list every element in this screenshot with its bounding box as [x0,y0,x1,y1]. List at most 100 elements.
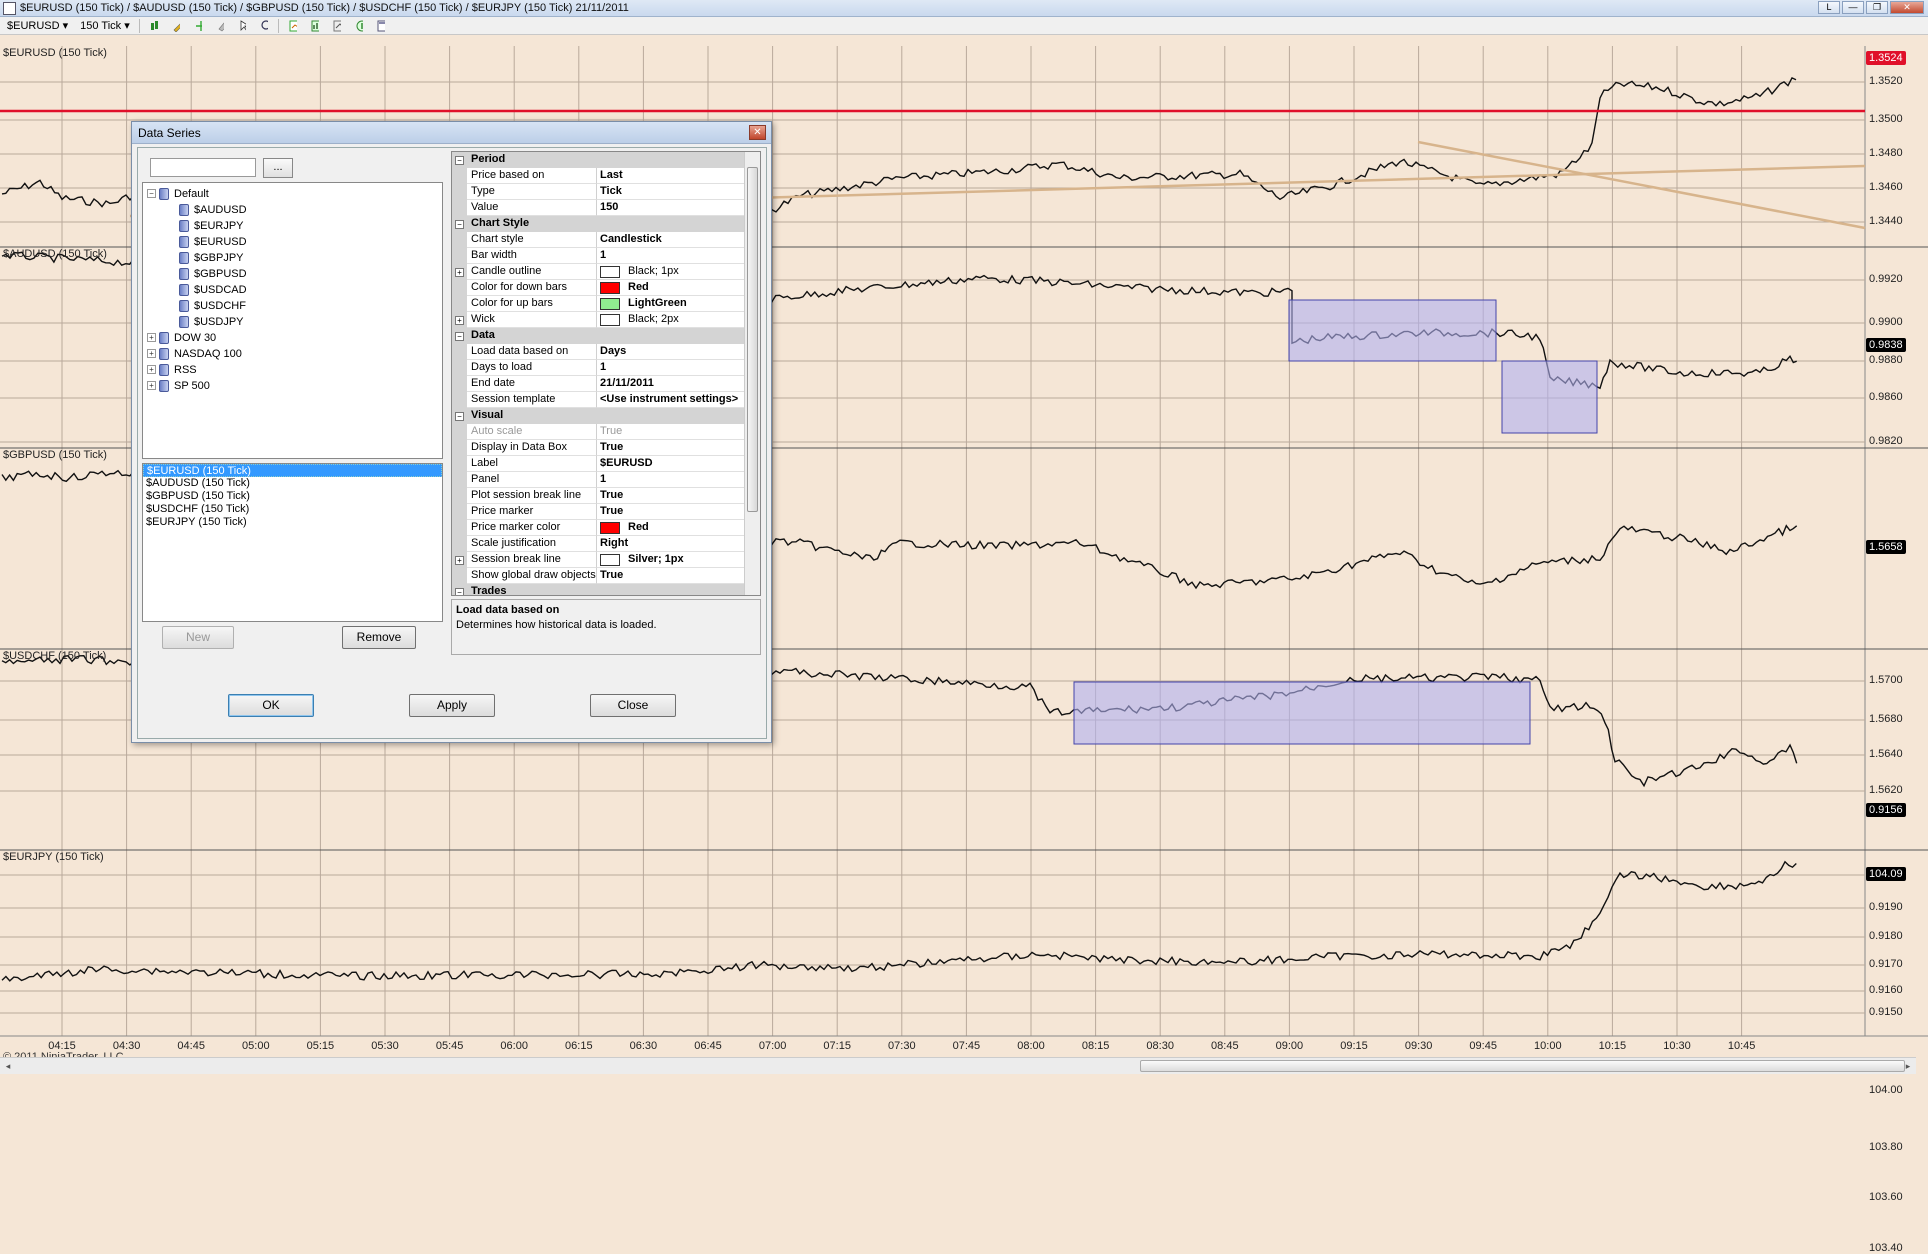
expander-icon[interactable]: + [147,349,156,358]
tree-instrument[interactable]: $USDCHF [179,298,246,313]
property-row[interactable]: Display in Data Box True [452,440,745,456]
property-value-cell[interactable]: <Use instrument settings> [597,392,745,408]
property-row[interactable]: + Wick Black; 2px [452,312,745,328]
instrument-tree[interactable]: − Default $AUDUSD $EURJPY $EURUSD $GBPJPY $GBP… [142,182,443,459]
property-value-cell[interactable]: True [597,424,745,440]
tree-instrument[interactable]: $GBPUSD [179,266,247,281]
property-row[interactable]: Plot session break line True [452,488,745,504]
property-category[interactable]: − Visual [452,408,745,424]
property-row[interactable]: Bar width 1 [452,248,745,264]
series-item[interactable]: $GBPUSD (150 Tick) [143,490,442,503]
expander-icon[interactable]: − [455,587,464,595]
horizontal-scrollbar[interactable]: ◂ ▸ [0,1057,1916,1074]
property-value-cell[interactable]: True [597,568,745,584]
property-value-cell[interactable]: Days [597,344,745,360]
pointer-icon[interactable] [234,19,250,33]
property-value-cell[interactable]: Black; 2px [597,312,745,328]
property-value-cell[interactable]: 1 [597,360,745,376]
property-value-cell[interactable]: $EURUSD [597,456,745,472]
property-row[interactable]: Value 150 [452,200,745,216]
property-scroll-thumb[interactable] [747,167,758,512]
remove-button[interactable]: Remove [342,626,416,649]
ok-button[interactable]: OK [228,694,314,717]
tree-folder[interactable]: + DOW 30 [147,330,216,345]
data-series-icon[interactable] [285,19,301,33]
property-row[interactable]: Price based on Last [452,168,745,184]
property-value-cell[interactable]: True [597,488,745,504]
template-icon[interactable] [373,19,389,33]
property-category[interactable]: − Period [452,152,745,168]
property-row[interactable]: Type Tick [452,184,745,200]
tree-folder[interactable]: − Default [147,186,209,201]
property-scrollbar[interactable] [744,152,760,595]
new-button[interactable]: New [162,626,234,649]
tree-instrument[interactable]: $EURUSD [179,234,247,249]
bar-type-icon[interactable] [146,19,162,33]
property-value-cell[interactable]: Red [597,280,745,296]
property-row[interactable]: Scale justification Right [452,536,745,552]
series-item[interactable]: $USDCHF (150 Tick) [143,503,442,516]
expander-icon[interactable]: − [455,331,464,341]
period-selector[interactable]: 150 Tick ▾ [77,19,133,33]
tree-instrument[interactable]: $USDCAD [179,282,247,297]
scroll-right-icon[interactable]: ▸ [1902,1060,1914,1072]
crosshair-icon[interactable] [190,19,206,33]
tree-folder[interactable]: + RSS [147,362,197,377]
zoom-icon[interactable] [256,19,272,33]
property-row[interactable]: Chart style Candlestick [452,232,745,248]
instrument-selector[interactable]: $EURUSD ▾ [4,19,71,33]
property-value-cell[interactable]: Last [597,168,745,184]
minimize-button[interactable]: — [1842,1,1864,14]
property-row[interactable]: Auto scale True [452,424,745,440]
property-row[interactable]: + Session break line Silver; 1px [452,552,745,568]
tree-instrument[interactable]: $USDJPY [179,314,244,329]
expander-icon[interactable]: + [455,267,464,277]
maximize-button[interactable]: ❐ [1866,1,1888,14]
property-value-cell[interactable]: Silver; 1px [597,552,745,568]
property-row[interactable]: Panel 1 [452,472,745,488]
property-value-cell[interactable]: LightGreen [597,296,745,312]
indicators-icon[interactable] [307,19,323,33]
expander-icon[interactable]: − [455,219,464,229]
dialog-close-button[interactable]: ✕ [749,125,766,140]
property-row[interactable]: Days to load 1 [452,360,745,376]
expander-icon[interactable]: − [455,411,464,421]
tree-instrument[interactable]: $EURJPY [179,218,244,233]
property-row[interactable]: Load data based on Days [452,344,745,360]
property-value-cell[interactable]: Candlestick [597,232,745,248]
property-value-cell[interactable]: True [597,504,745,520]
expander-icon[interactable]: + [147,381,156,390]
property-value-cell[interactable]: Red [597,520,745,536]
property-row[interactable]: End date 21/11/2011 [452,376,745,392]
tree-folder[interactable]: + NASDAQ 100 [147,346,242,361]
property-row[interactable]: Color for down bars Red [452,280,745,296]
property-value-cell[interactable]: Black; 1px [597,264,745,280]
expander-icon[interactable]: + [455,315,464,325]
property-category[interactable]: − Trades [452,584,745,595]
property-row[interactable]: Color for up bars LightGreen [452,296,745,312]
expander-icon[interactable]: + [147,333,156,342]
window-close-button[interactable]: ✕ [1890,1,1924,14]
property-category[interactable]: − Chart Style [452,216,745,232]
pencil-icon[interactable] [168,19,184,33]
lock-button[interactable]: L [1818,1,1840,14]
browse-button[interactable]: ... [263,158,293,178]
series-list[interactable]: $EURUSD (150 Tick) $AUDUSD (150 Tick) $GBP… [142,463,443,622]
tree-instrument[interactable]: $GBPJPY [179,250,244,265]
scroll-left-icon[interactable]: ◂ [2,1060,14,1072]
property-value-cell[interactable]: 1 [597,248,745,264]
property-row[interactable]: Price marker True [452,504,745,520]
strategies-icon[interactable] [329,19,345,33]
property-value-cell[interactable]: Right [597,536,745,552]
series-item[interactable]: $EURJPY (150 Tick) [143,516,442,529]
instrument-search-input[interactable] [150,158,256,177]
tree-folder[interactable]: + SP 500 [147,378,210,393]
property-row[interactable]: Label $EURUSD [452,456,745,472]
expander-icon[interactable]: − [147,189,156,198]
expander-icon[interactable]: + [455,555,464,565]
apply-button[interactable]: Apply [409,694,495,717]
tree-instrument[interactable]: $AUDUSD [179,202,247,217]
property-value-cell[interactable]: 1 [597,472,745,488]
close-button[interactable]: Close [590,694,676,717]
property-row[interactable]: Price marker color Red [452,520,745,536]
